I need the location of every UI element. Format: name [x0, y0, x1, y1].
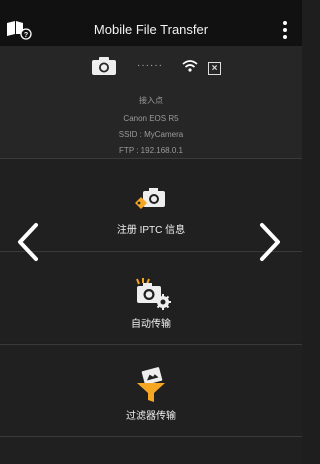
menu-item-filter-transfer[interactable]: 过滤器传输 [0, 344, 302, 436]
ftp-label: FTP : 192.168.0.1 [119, 146, 183, 155]
menu-item-partial [0, 436, 302, 464]
ssid-label: SSID : MyCamera [118, 130, 184, 139]
iptc-tag-camera-icon [135, 188, 165, 209]
menu-item-label: 过滤器传输 [126, 411, 176, 422]
connection-dots: ······ [137, 60, 163, 71]
filter-transfer-icon [137, 367, 165, 402]
camera-model: Canon EOS R5 [123, 114, 179, 123]
access-point-label: 接入点 [139, 96, 163, 105]
chevron-left-icon[interactable] [14, 222, 42, 262]
more-vertical-icon[interactable] [282, 21, 288, 41]
menu-item-label: 自动传输 [131, 319, 171, 330]
camera-icon [92, 57, 116, 75]
chevron-right-icon[interactable] [256, 222, 284, 262]
app-title: Mobile File Transfer [93, 22, 209, 37]
wifi-icon [182, 60, 198, 72]
auto-transfer-icon [136, 278, 171, 310]
top-bar: ? Mobile File Transfer [0, 0, 302, 46]
connection-panel: ······ × 接入点 Canon EOS R5 SSID : MyCamer… [0, 46, 302, 158]
menu-item-auto-transfer[interactable]: 自动传输 [0, 251, 302, 343]
close-icon[interactable]: × [208, 62, 221, 75]
